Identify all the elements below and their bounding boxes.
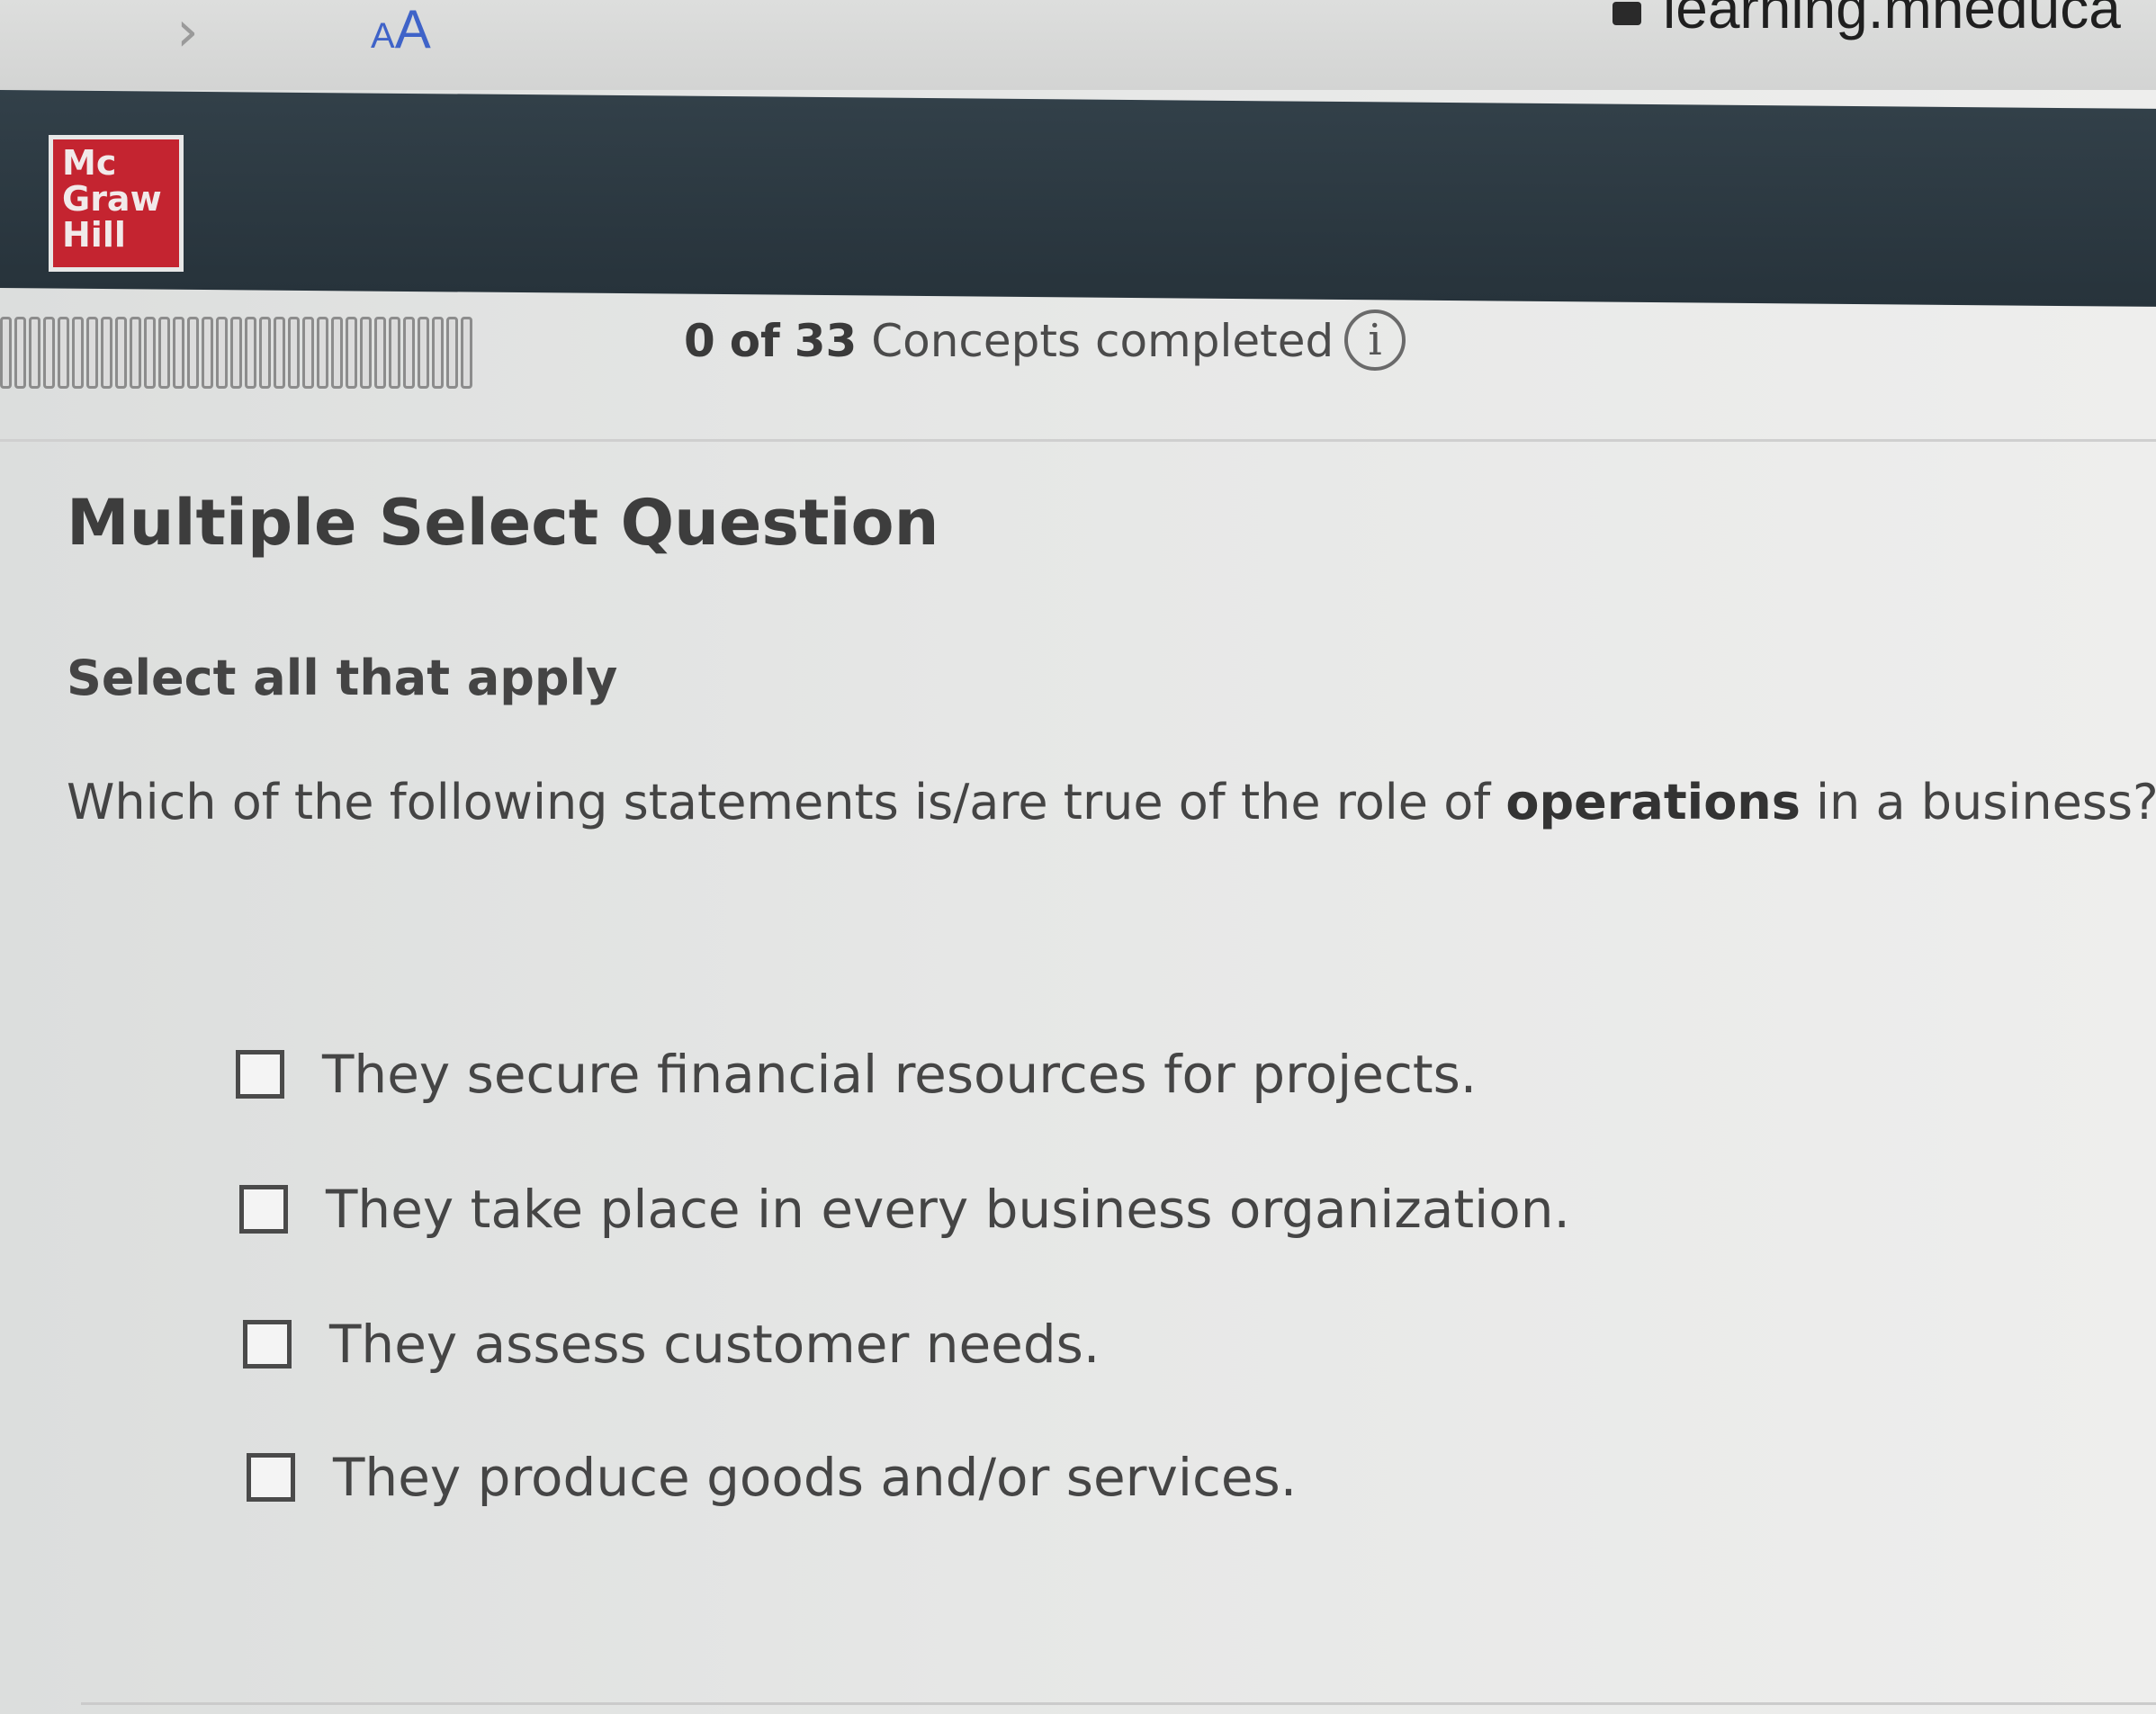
answer-option-label[interactable]: They secure financial resources for proj… xyxy=(322,1044,1477,1105)
progress-segment xyxy=(259,317,271,389)
progress-label: 0 of 33 Concepts completed xyxy=(684,315,1334,367)
progress-segment xyxy=(187,317,199,389)
progress-segment xyxy=(245,317,256,389)
text-size-button[interactable]: AA xyxy=(371,0,431,60)
answer-option-label[interactable]: They take place in every business organi… xyxy=(326,1179,1570,1240)
logo-line: Graw xyxy=(62,179,162,219)
progress-segment xyxy=(29,317,40,389)
logo-line: Hill xyxy=(62,215,126,255)
progress-segment xyxy=(230,317,242,389)
progress-segment xyxy=(274,317,285,389)
question-type-heading: Multiple Select Question xyxy=(67,486,939,560)
progress-segment xyxy=(158,317,170,389)
address-bar-url[interactable]: learning.mheduca xyxy=(1663,0,2121,41)
progress-segment xyxy=(432,317,444,389)
answer-option[interactable]: They take place in every business organi… xyxy=(239,1179,1570,1240)
divider xyxy=(0,439,2156,442)
progress-segment xyxy=(173,317,184,389)
progress-segment xyxy=(202,317,213,389)
progress-segment xyxy=(216,317,228,389)
progress-segment xyxy=(418,317,429,389)
progress-of-word: of xyxy=(729,315,780,367)
checkbox[interactable] xyxy=(243,1320,292,1369)
info-icon[interactable]: i xyxy=(1344,310,1406,371)
bottom-divider xyxy=(81,1702,2156,1705)
answer-option[interactable]: They produce goods and/or services. xyxy=(247,1447,1297,1508)
progress-segment xyxy=(101,317,112,389)
question-instruction: Select all that apply xyxy=(67,650,618,706)
concept-progress: 0 of 33 Concepts completed i xyxy=(0,297,2156,423)
progress-segment xyxy=(72,317,84,389)
answer-option[interactable]: They assess customer needs. xyxy=(243,1314,1100,1375)
answer-option-label[interactable]: They assess customer needs. xyxy=(329,1314,1100,1375)
progress-segment xyxy=(446,317,458,389)
text-size-small-glyph: A xyxy=(371,16,395,56)
progress-segment xyxy=(403,317,415,389)
progress-segment xyxy=(389,317,400,389)
progress-segment xyxy=(360,317,372,389)
progress-segment xyxy=(130,317,141,389)
answer-option-label[interactable]: They produce goods and/or services. xyxy=(333,1447,1297,1508)
question-prompt: Which of the following statements is/are… xyxy=(67,774,2156,830)
progress-segment xyxy=(144,317,156,389)
forward-icon[interactable]: › xyxy=(176,4,230,67)
progress-total-count: 33 xyxy=(794,315,858,367)
text-size-big-glyph: A xyxy=(394,0,431,59)
progress-completed-count: 0 xyxy=(684,315,715,367)
prompt-bold-term: operations xyxy=(1505,774,1801,830)
checkbox[interactable] xyxy=(236,1050,284,1099)
lock-icon xyxy=(1613,2,1641,25)
progress-segment xyxy=(317,317,328,389)
progress-segment xyxy=(331,317,343,389)
answer-option[interactable]: They secure financial resources for proj… xyxy=(236,1044,1477,1105)
progress-segment xyxy=(14,317,26,389)
prompt-text-after: in a business? xyxy=(1800,774,2156,830)
progress-segment xyxy=(115,317,127,389)
progress-segment xyxy=(86,317,98,389)
progress-segment xyxy=(346,317,357,389)
page: › AA learning.mheduca Mc Graw Hill 0 of … xyxy=(0,0,2156,1714)
logo-line: Mc xyxy=(62,143,117,183)
progress-segment xyxy=(461,317,472,389)
progress-segment xyxy=(58,317,69,389)
app-header xyxy=(0,90,2156,307)
progress-segment xyxy=(302,317,314,389)
progress-segment xyxy=(288,317,300,389)
prompt-text-before: Which of the following statements is/are… xyxy=(67,774,1506,830)
progress-suffix: Concepts completed xyxy=(871,315,1334,367)
mcgraw-hill-logo[interactable]: Mc Graw Hill xyxy=(49,135,184,272)
browser-toolbar: › AA learning.mheduca xyxy=(0,0,2156,90)
checkbox[interactable] xyxy=(239,1185,288,1234)
progress-segment xyxy=(0,317,12,389)
progress-bar xyxy=(0,317,653,389)
checkbox[interactable] xyxy=(247,1453,295,1502)
progress-segment xyxy=(43,317,55,389)
progress-segment xyxy=(374,317,386,389)
